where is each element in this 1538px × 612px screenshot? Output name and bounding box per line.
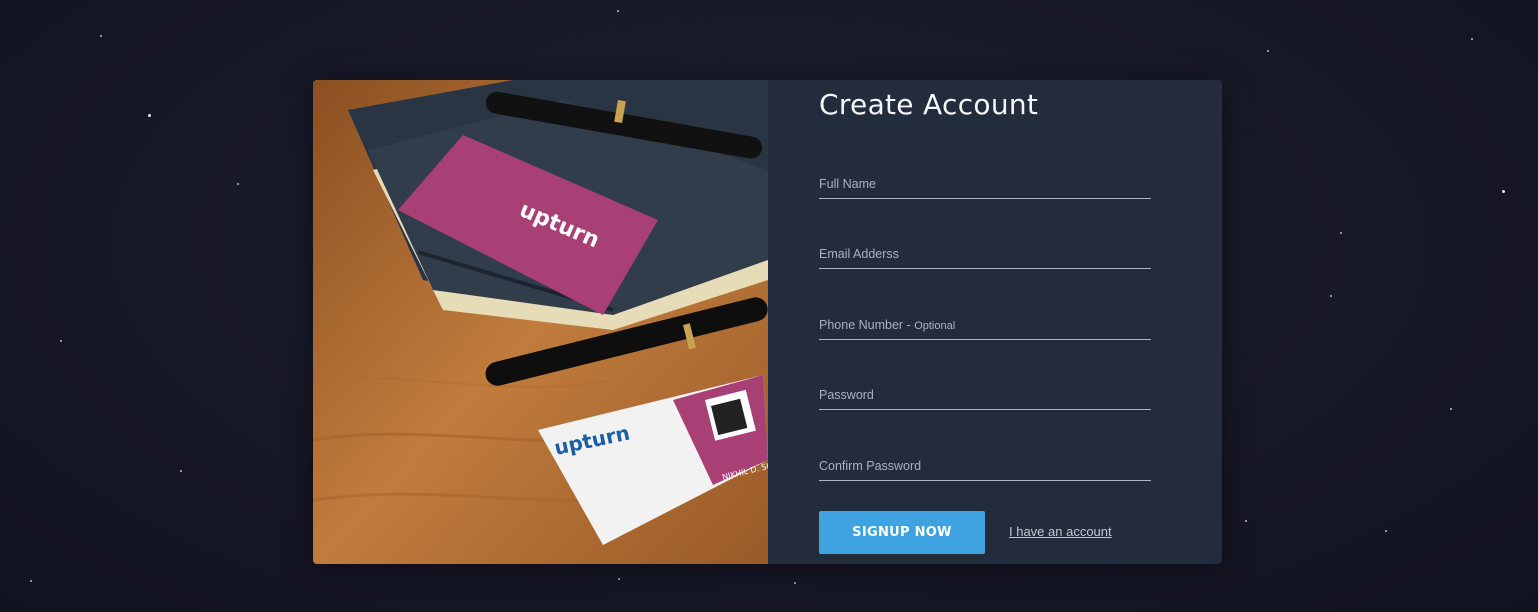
page-title: Create Account bbox=[819, 88, 1039, 121]
confirm-password-label: Confirm Password bbox=[819, 459, 922, 473]
optional-hint: Optional bbox=[914, 320, 956, 332]
phone-label-text: Phone Number - bbox=[819, 318, 915, 332]
confirm-password-field[interactable]: Confirm Password bbox=[819, 442, 1151, 481]
desk-illustration: upturn upturn NIKHIL D. SH bbox=[313, 80, 768, 564]
signup-form: Create Account Full Name Email Adderss P… bbox=[768, 80, 1222, 564]
signup-card: upturn upturn NIKHIL D. SH Create Accoun… bbox=[313, 80, 1222, 564]
email-label: Email Adderss bbox=[819, 247, 899, 261]
business-card-photo: upturn upturn NIKHIL D. SH bbox=[313, 80, 768, 564]
full-name-field[interactable]: Full Name bbox=[819, 160, 1151, 199]
password-field[interactable]: Password bbox=[819, 371, 1151, 410]
password-label: Password bbox=[819, 388, 874, 402]
full-name-label: Full Name bbox=[819, 177, 876, 191]
email-field[interactable]: Email Adderss bbox=[819, 230, 1151, 269]
phone-label: Phone Number - Optional bbox=[819, 318, 955, 332]
have-account-link[interactable]: I have an account bbox=[1009, 524, 1112, 539]
signup-button[interactable]: SIGNUP NOW bbox=[819, 511, 985, 554]
phone-field[interactable]: Phone Number - Optional bbox=[819, 301, 1151, 340]
